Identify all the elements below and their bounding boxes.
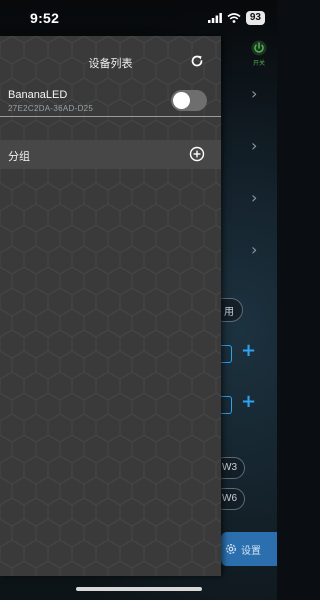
chip-w6-label: W6 [222,493,237,504]
device-list-drawer: 设备列表 BananaLED 27E2C2DA-36AD-D25 分组 [0,36,221,576]
drawer-title: 设备列表 [88,58,133,70]
add-circle-icon[interactable] [189,146,205,162]
home-indicator [76,587,202,591]
settings-button[interactable]: 设置 [221,532,277,566]
refresh-icon[interactable] [190,54,204,68]
device-toggle[interactable] [171,90,207,111]
plus-icon[interactable]: + [241,391,256,412]
chip-w3-label: W3 [222,462,237,473]
gear-icon [226,544,236,554]
plus-icon[interactable]: + [241,340,256,361]
settings-label: 设置 [241,545,261,557]
main-screen-partial: 开关 › › › › 用 + + W3 W6 设置 [211,36,277,600]
hexagon-pattern [0,36,221,576]
chip-label: 用 [224,307,234,318]
chevron-right-icon[interactable]: › [251,136,257,155]
divider [0,116,221,117]
chevron-right-icon[interactable]: › [251,240,257,259]
device-id: 27E2C2DA-36AD-D25 [8,104,94,113]
group-row[interactable]: 分组 [0,140,221,169]
signal-icon [207,13,222,23]
toggle-knob [173,92,190,109]
battery-indicator: 93 [245,11,265,25]
power-label: 开关 [253,61,266,67]
power-icon[interactable] [251,40,267,56]
status-bar: 9:52 93 [0,0,277,36]
status-time: 9:52 [30,10,60,26]
wifi-icon [227,13,241,23]
chevron-right-icon[interactable]: › [251,188,257,207]
device-name: BananaLED [8,89,68,101]
chevron-right-icon[interactable]: › [251,84,257,103]
status-icons: 93 [207,11,265,25]
group-label: 分组 [8,151,30,163]
